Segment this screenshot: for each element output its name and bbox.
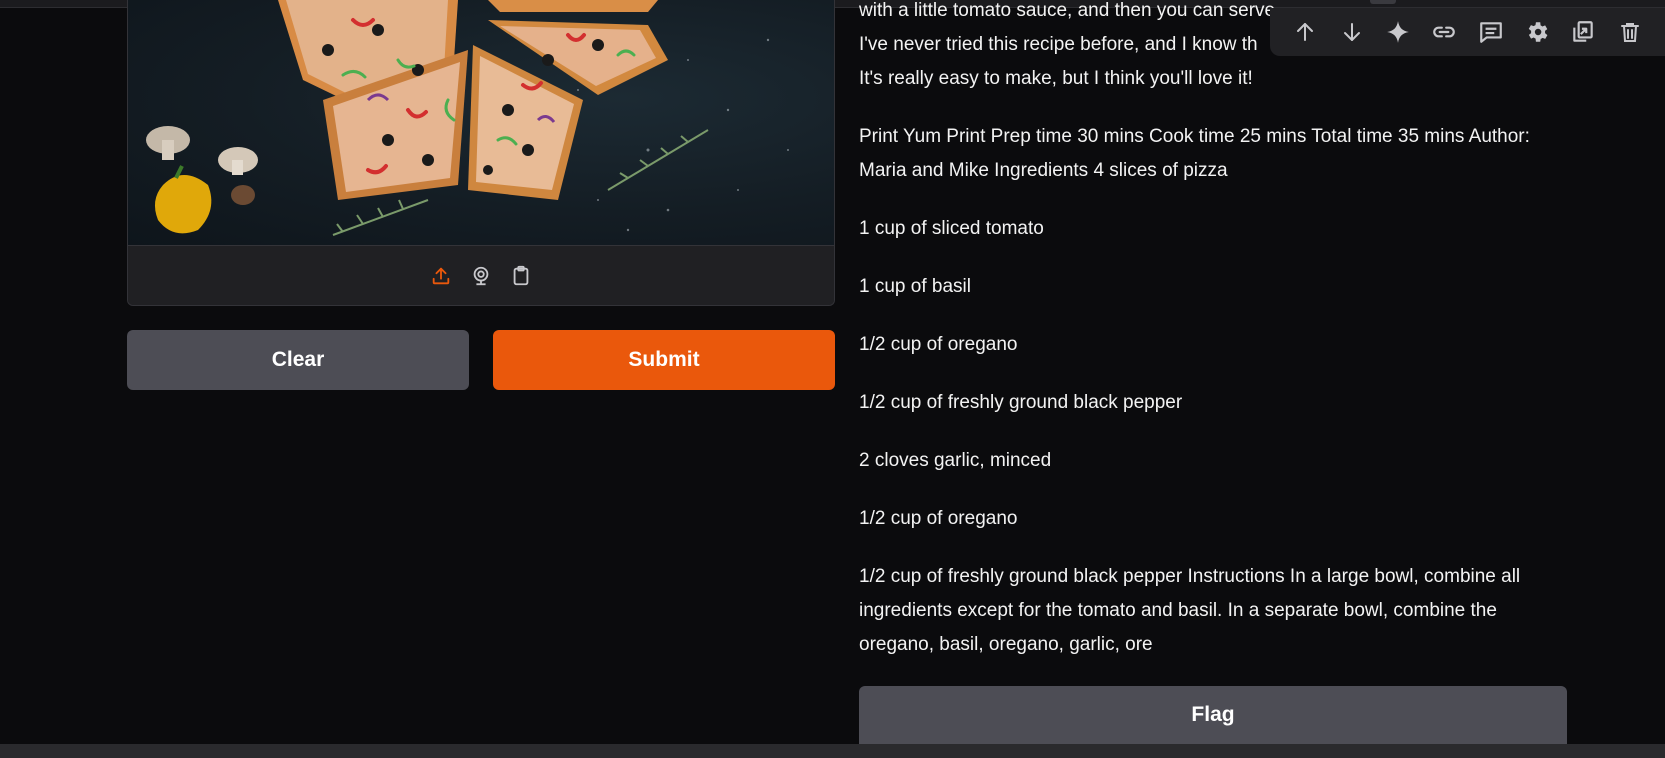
window-bottom-strip xyxy=(0,744,1665,758)
cell-action-toolbar xyxy=(1270,8,1665,56)
ingredient-item: 1/2 cup of oregano xyxy=(859,508,1018,529)
ingredient-item: 2 cloves garlic, minced xyxy=(859,450,1052,471)
image-source-toolbar xyxy=(128,245,834,305)
webcam-icon[interactable] xyxy=(469,264,493,288)
link-icon[interactable] xyxy=(1427,15,1461,49)
arrow-up-icon[interactable] xyxy=(1288,15,1322,49)
output-line: Maria and Mike Ingredients 4 slices of p… xyxy=(859,160,1228,181)
submit-button[interactable]: Submit xyxy=(493,330,835,390)
clipboard-icon[interactable] xyxy=(509,264,533,288)
output-instructions: 1/2 cup of freshly ground black pepper I… xyxy=(859,560,1579,662)
pizza-image xyxy=(128,0,834,245)
page: Clear Submit with a little tomato sauce,… xyxy=(0,0,1665,758)
comment-icon[interactable] xyxy=(1474,15,1508,49)
upload-icon[interactable] xyxy=(429,264,453,288)
ingredient-item: 1/2 cup of oregano xyxy=(859,334,1018,355)
output-textbox: with a little tomato sauce, and then you… xyxy=(859,0,1579,662)
trash-icon[interactable] xyxy=(1613,15,1647,49)
output-meta: Print Yum Print Prep time 30 mins Cook t… xyxy=(859,120,1579,188)
output-line: 1/2 cup of freshly ground black pepper I… xyxy=(859,566,1521,587)
ingredient-item: 1 cup of basil xyxy=(859,276,971,297)
sparkle-icon[interactable] xyxy=(1381,15,1415,49)
arrow-down-icon[interactable] xyxy=(1335,15,1369,49)
ingredient-item: 1 cup of sliced tomato xyxy=(859,218,1044,239)
clear-button[interactable]: Clear xyxy=(127,330,469,390)
output-line: oregano, basil, oregano, garlic, ore xyxy=(859,634,1153,655)
gear-icon[interactable] xyxy=(1520,15,1554,49)
output-line: ingredients except for the tomato and ba… xyxy=(859,600,1497,621)
copy-to-icon[interactable] xyxy=(1566,15,1600,49)
output-line: It's really easy to make, but I think yo… xyxy=(859,68,1253,89)
flag-button[interactable]: Flag xyxy=(859,686,1567,744)
image-input-panel xyxy=(127,0,835,306)
ingredient-item: 1/2 cup of freshly ground black pepper xyxy=(859,392,1183,413)
output-line: Print Yum Print Prep time 30 mins Cook t… xyxy=(859,126,1530,147)
